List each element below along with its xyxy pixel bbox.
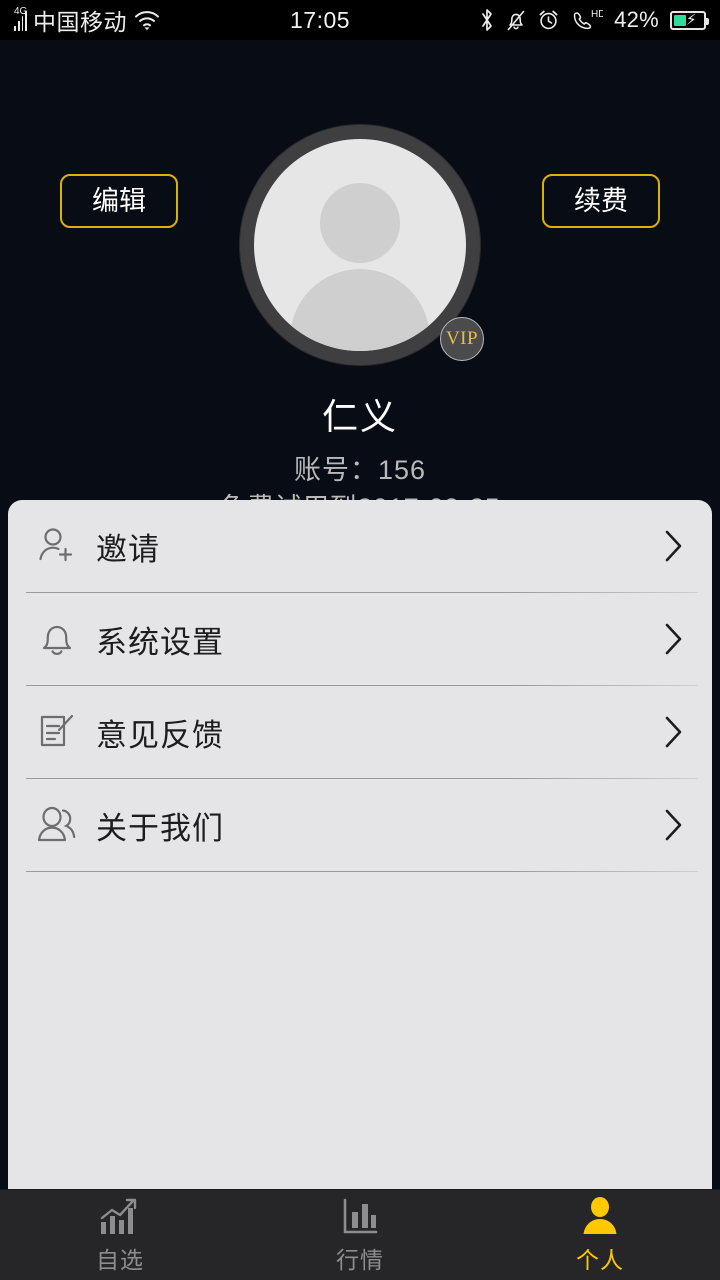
edit-profile-button[interactable]: 编辑 — [60, 174, 178, 228]
network-type-label: 4G — [14, 6, 28, 17]
chevron-right-icon — [662, 712, 686, 752]
battery-charging-icon: ⚡ — [670, 10, 709, 30]
vip-badge: VIP — [440, 317, 484, 361]
menu-item-system-settings[interactable]: 系统设置 — [8, 593, 712, 685]
feedback-note-icon — [30, 710, 84, 754]
tab-label: 自选 — [96, 1246, 144, 1273]
wifi-icon — [133, 9, 161, 31]
menu-item-label: 意见反馈 — [96, 717, 224, 753]
clock-label: 17:05 — [290, 6, 351, 33]
menu-item-label: 系统设置 — [96, 624, 224, 660]
svg-text:HD: HD — [591, 9, 603, 20]
chevron-right-icon — [662, 805, 686, 845]
carrier-label: 中国移动 — [33, 9, 127, 35]
user-avatar-placeholder-icon — [254, 139, 466, 351]
battery-percent-label: 42% — [614, 7, 659, 32]
tab-label: 个人 — [576, 1246, 624, 1273]
menu-item-label: 邀请 — [96, 531, 160, 567]
bar-chart-icon — [340, 1196, 380, 1236]
account-number-label: 账号：156 — [293, 455, 427, 485]
profile-header: 编辑 续费 VIP 仁义 账号：156 免费试用到2017-09-25 — [0, 40, 720, 523]
chevron-right-icon — [662, 526, 686, 566]
tab-watchlist[interactable]: 自选 — [0, 1190, 240, 1280]
bell-icon — [30, 617, 84, 661]
tab-label: 行情 — [336, 1246, 384, 1273]
people-icon — [30, 803, 84, 847]
status-bar-left: 4G 中国移动 — [14, 3, 161, 37]
avatar[interactable]: VIP — [240, 125, 484, 365]
app-root: 4G 中国移动 17:05 HD 42% ⚡ 编辑 续费 VIP 仁义 账号：1… — [0, 0, 720, 1280]
menu-item-about-us[interactable]: 关于我们 — [8, 779, 712, 871]
status-bar: 4G 中国移动 17:05 HD 42% ⚡ — [0, 0, 720, 40]
bluetooth-icon — [479, 8, 495, 32]
person-add-icon — [30, 524, 84, 568]
renew-subscription-button[interactable]: 续费 — [542, 174, 660, 228]
bell-muted-icon — [506, 8, 526, 32]
cellular-signal-icon: 4G — [14, 6, 28, 31]
chevron-right-icon — [662, 619, 686, 659]
menu-panel: 邀请 系统设置 意见反馈 关于我们 — [8, 500, 712, 1189]
trending-chart-icon — [98, 1196, 142, 1236]
hd-call-icon: HD — [571, 8, 603, 32]
menu-item-feedback[interactable]: 意见反馈 — [8, 686, 712, 778]
bottom-tab-bar: 自选 行情 个人 — [0, 1189, 720, 1280]
person-icon — [580, 1196, 620, 1236]
menu-item-label: 关于我们 — [96, 810, 224, 846]
menu-item-invite[interactable]: 邀请 — [8, 500, 712, 592]
alarm-clock-icon — [537, 8, 560, 32]
page-title: 仁义 — [321, 396, 398, 437]
tab-market[interactable]: 行情 — [240, 1190, 480, 1280]
menu-divider — [26, 871, 698, 872]
status-bar-right: HD 42% ⚡ — [479, 7, 709, 33]
tab-profile[interactable]: 个人 — [480, 1190, 720, 1280]
status-bar-center: 17:05 — [161, 7, 479, 34]
